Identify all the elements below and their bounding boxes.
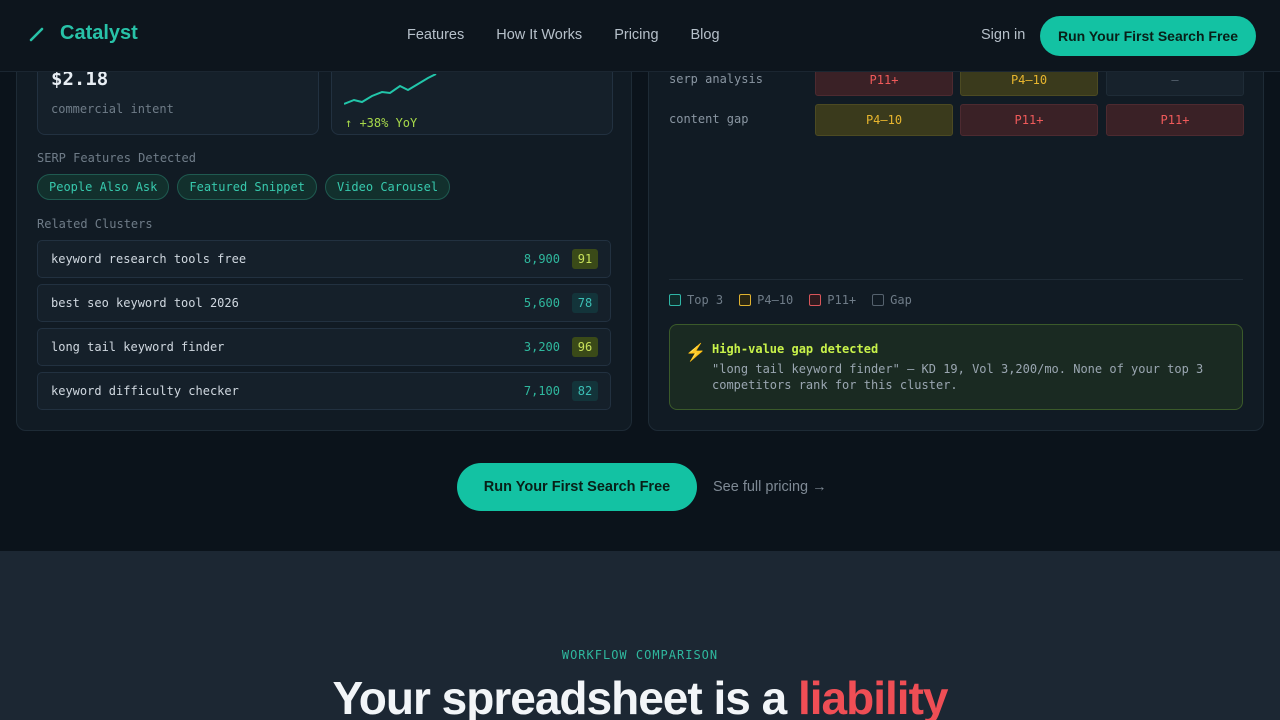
matrix-cell[interactable]: P11+ xyxy=(1106,104,1244,136)
legend-item-p11: P11+ xyxy=(809,293,856,307)
headline-main: Your spreadsheet is a xyxy=(332,672,798,720)
competitor-matrix-panel: serp analysis P11+ P4–10 — content gap P… xyxy=(648,40,1264,431)
workflow-comparison-section: WORKFLOW COMPARISON Your spreadsheet is … xyxy=(0,551,1280,720)
sign-in-link[interactable]: Sign in xyxy=(981,27,1025,43)
cluster-name: long tail keyword finder xyxy=(51,340,225,354)
legend-item-p4-10: P4–10 xyxy=(739,293,793,307)
trend-label: ↑ +38% YoY xyxy=(345,116,418,130)
cluster-row[interactable]: long tail keyword finder 3,200 96 xyxy=(37,328,611,366)
legend-label: Gap xyxy=(890,293,912,307)
nav-links: Features How It Works Pricing Blog xyxy=(407,27,720,43)
serp-chip-people-also-ask[interactable]: People Also Ask xyxy=(37,174,170,200)
see-pricing-link[interactable]: See full pricing → xyxy=(713,479,827,495)
nav-link-blog[interactable]: Blog xyxy=(691,27,720,43)
trend-sparkline xyxy=(344,74,437,105)
cluster-name: keyword difficulty checker xyxy=(51,384,239,398)
cluster-row[interactable]: keyword difficulty checker 7,100 82 xyxy=(37,372,611,410)
cluster-kd-badge: 82 xyxy=(572,381,598,401)
matrix-legend: Top 3 P4–10 P11+ Gap xyxy=(669,293,912,307)
serp-chip-featured-snippet[interactable]: Featured Snippet xyxy=(177,174,317,200)
legend-label: P11+ xyxy=(827,293,857,307)
cluster-row[interactable]: best seo keyword tool 2026 5,600 78 xyxy=(37,284,611,322)
matrix-row-label: content gap xyxy=(669,112,749,126)
serp-feature-chips: People Also Ask Featured Snippet Video C… xyxy=(37,174,451,200)
cluster-volume: 7,100 xyxy=(523,384,560,398)
serp-chip-video-carousel[interactable]: Video Carousel xyxy=(324,174,451,200)
legend-item-top3: Top 3 xyxy=(669,293,723,307)
cluster-kd-badge: 91 xyxy=(572,249,598,269)
brand-logo[interactable]: Catalyst xyxy=(28,22,138,45)
legend-label: P4–10 xyxy=(757,293,794,307)
cluster-name: best seo keyword tool 2026 xyxy=(51,296,239,310)
nav-link-how-it-works[interactable]: How It Works xyxy=(496,27,582,43)
lightning-icon: ⚡ xyxy=(685,343,707,362)
brand-name: Catalyst xyxy=(60,22,138,44)
cluster-volume: 5,600 xyxy=(523,296,560,310)
matrix-divider xyxy=(669,279,1243,280)
legend-swatch xyxy=(739,294,752,306)
legend-swatch xyxy=(669,294,681,306)
cluster-kd-badge: 96 xyxy=(572,337,598,357)
alert-body: "long tail keyword finder" — KD 19, Vol … xyxy=(712,362,1204,392)
cluster-row[interactable]: keyword research tools free 8,900 91 xyxy=(37,240,611,278)
related-clusters-label: Related Clusters xyxy=(37,217,153,231)
legend-swatch xyxy=(809,294,822,306)
alert-title: High-value gap detected xyxy=(712,342,879,356)
cpc-subtext: commercial intent xyxy=(51,102,174,116)
cluster-volume: 3,200 xyxy=(523,340,560,354)
legend-label: Top 3 xyxy=(687,293,724,307)
matrix-cell[interactable]: P11+ xyxy=(960,104,1098,136)
nav-link-features[interactable]: Features xyxy=(407,27,464,43)
top-nav: Catalyst Features How It Works Pricing B… xyxy=(0,0,1280,72)
section-headline: Your spreadsheet is a liability xyxy=(0,671,1280,720)
keyword-overview-panel: $2.18 commercial intent ↑ +38% YoY SERP … xyxy=(16,40,632,431)
legend-swatch xyxy=(872,294,885,306)
matrix-row-label: serp analysis xyxy=(669,72,763,86)
legend-item-gap: Gap xyxy=(872,293,912,307)
brand-mark-icon xyxy=(28,25,46,43)
matrix-cell[interactable]: P4–10 xyxy=(815,104,953,136)
cluster-volume: 8,900 xyxy=(523,252,560,266)
cluster-name: keyword research tools free xyxy=(51,252,247,266)
serp-features-label: SERP Features Detected xyxy=(37,151,196,165)
nav-link-pricing[interactable]: Pricing xyxy=(614,27,658,43)
cluster-kd-badge: 78 xyxy=(572,293,598,313)
headline-accent: liability xyxy=(797,672,948,720)
nav-cta-button[interactable]: Run Your First Search Free xyxy=(1040,16,1256,56)
primary-cta-button[interactable]: Run Your First Search Free xyxy=(457,463,697,511)
section-eyebrow: WORKFLOW COMPARISON xyxy=(561,648,719,662)
gap-alert: ⚡ High-value gap detected "long tail key… xyxy=(669,324,1243,410)
